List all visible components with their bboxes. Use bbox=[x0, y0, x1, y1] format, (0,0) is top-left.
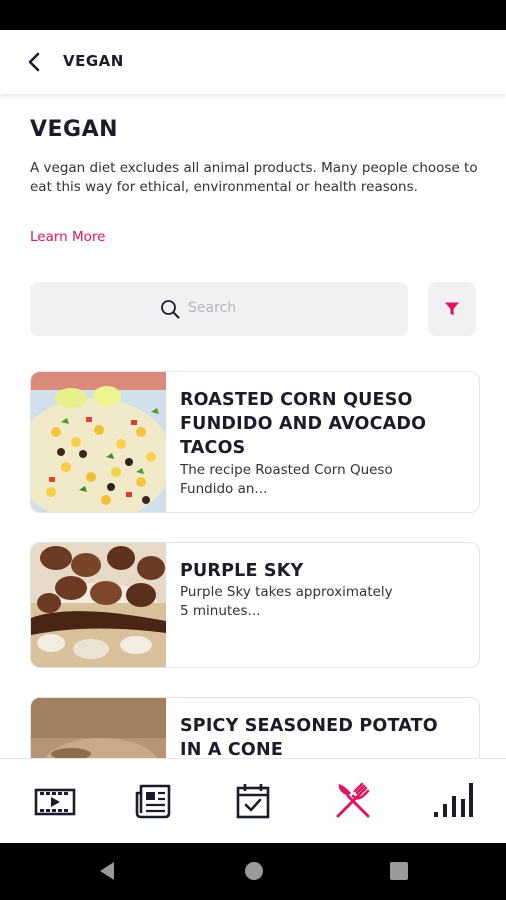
recipe-description: The recipe Roasted Corn Queso Fundido an… bbox=[180, 462, 393, 497]
header-title: VEGAN bbox=[63, 52, 124, 70]
main-content: VEGAN A vegan diet excludes all animal p… bbox=[0, 94, 506, 758]
newspaper-icon bbox=[135, 784, 171, 819]
learn-more-link[interactable]: Learn More bbox=[30, 229, 106, 245]
recipe-card[interactable]: PURPLE SKY Purple Sky takes approximatel… bbox=[30, 542, 480, 668]
recipe-card[interactable]: ROASTED CORN QUESO FUNDIDO AND AVOCADO T… bbox=[30, 371, 480, 513]
search-icon bbox=[160, 299, 180, 319]
nav-news[interactable] bbox=[133, 779, 177, 823]
chocolate-dessert-photo bbox=[31, 543, 166, 667]
potato-photo bbox=[31, 698, 166, 758]
system-nav-bar bbox=[0, 842, 506, 900]
nav-videos[interactable] bbox=[33, 779, 77, 823]
search-input[interactable]: Search bbox=[30, 282, 408, 336]
filter-button[interactable] bbox=[428, 282, 476, 336]
bar-chart-icon bbox=[434, 783, 473, 817]
recipe-description: Purple Sky takes approximately 5 minutes… bbox=[180, 584, 393, 619]
diet-description: A vegan diet excludes all animal product… bbox=[30, 160, 478, 195]
filter-icon bbox=[444, 301, 460, 317]
status-bar bbox=[0, 0, 506, 30]
bottom-nav bbox=[0, 758, 506, 843]
nav-recipes[interactable] bbox=[331, 779, 375, 823]
nav-calendar[interactable] bbox=[231, 779, 275, 823]
app-header: VEGAN bbox=[0, 30, 506, 94]
corn-salad-photo bbox=[31, 372, 166, 512]
recipe-title: SPICY SEASONED POTATO IN A CONE bbox=[180, 716, 438, 758]
back-triangle-icon[interactable] bbox=[94, 858, 120, 884]
recipe-title: ROASTED CORN QUESO FUNDIDO AND AVOCADO T… bbox=[180, 390, 427, 458]
recipe-card[interactable]: SPICY SEASONED POTATO IN A CONE bbox=[30, 697, 480, 758]
fork-knife-icon bbox=[336, 782, 370, 818]
calendar-check-icon bbox=[236, 784, 270, 819]
recents-square-icon[interactable] bbox=[386, 858, 412, 884]
page-title: VEGAN bbox=[30, 117, 119, 142]
chevron-left-icon[interactable] bbox=[20, 48, 48, 76]
search-placeholder: Search bbox=[188, 300, 237, 316]
recipe-title: PURPLE SKY bbox=[180, 561, 304, 581]
home-circle-icon[interactable] bbox=[241, 858, 267, 884]
film-icon bbox=[34, 788, 76, 816]
nav-stats[interactable] bbox=[431, 779, 475, 823]
